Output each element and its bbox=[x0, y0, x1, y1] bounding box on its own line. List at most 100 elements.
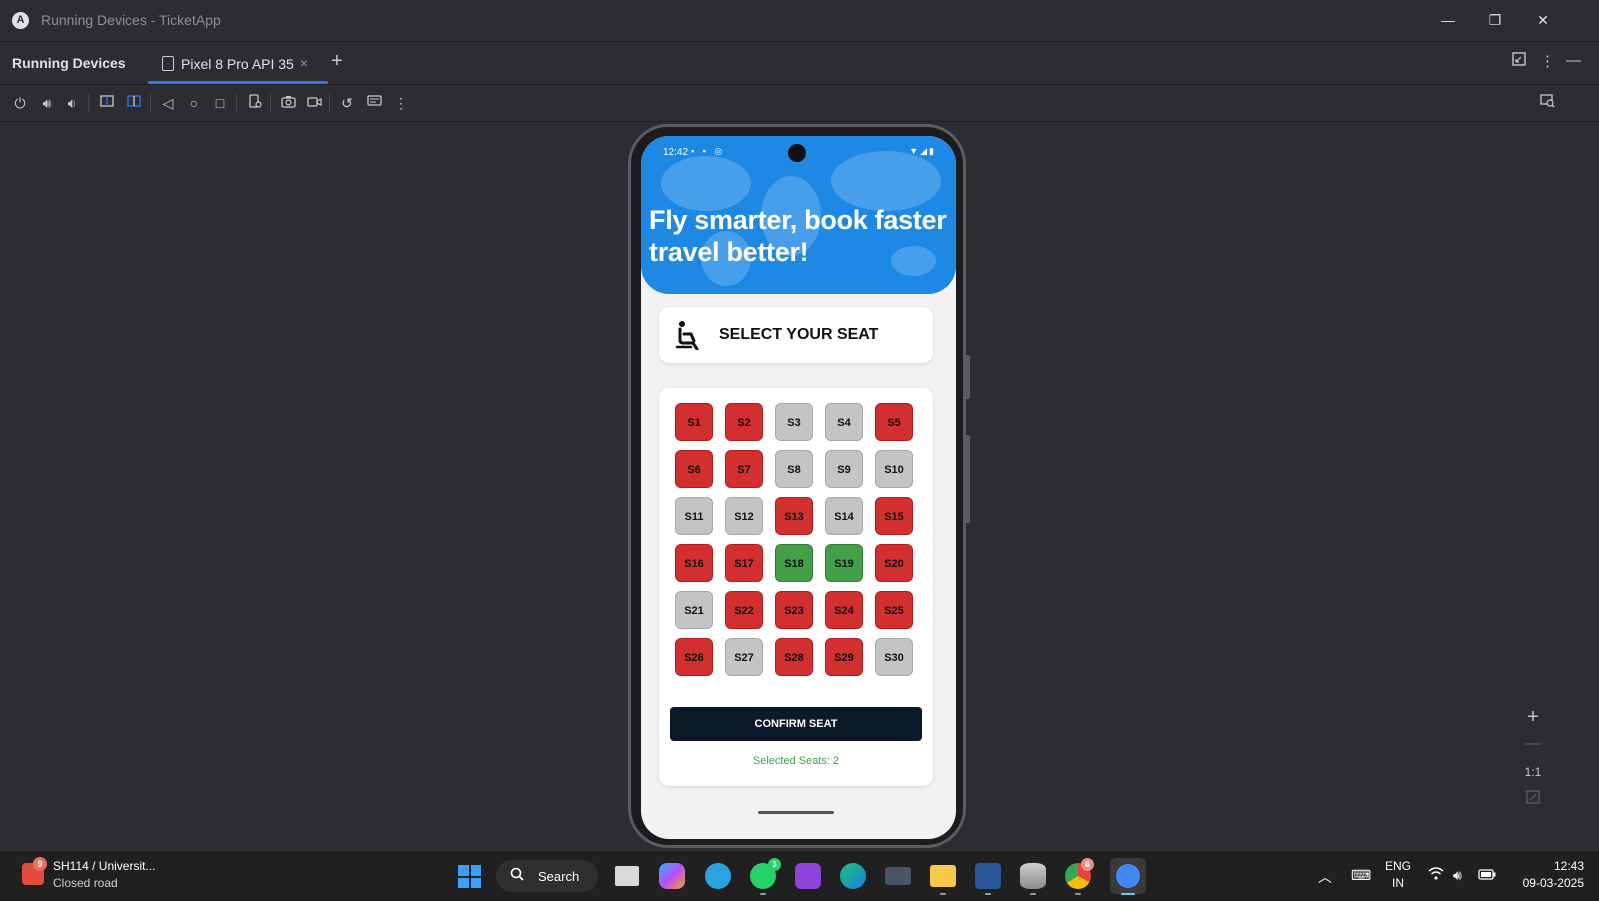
status-time: 12:42 bbox=[663, 147, 689, 158]
seat-s20[interactable]: S20 bbox=[875, 544, 913, 582]
seat-s17[interactable]: S17 bbox=[725, 544, 763, 582]
windows-start-icon[interactable] bbox=[458, 865, 481, 888]
weather-title[interactable]: SH114 / Universit... bbox=[53, 859, 155, 873]
select-seat-header-card: SELECT YOUR SEAT bbox=[659, 307, 933, 363]
seat-s26[interactable]: S26 bbox=[675, 638, 713, 676]
seat-s7[interactable]: S7 bbox=[725, 450, 763, 488]
task-view-icon[interactable] bbox=[615, 866, 639, 886]
restore-button[interactable]: ❐ bbox=[1480, 8, 1510, 32]
seat-grid-card: S1 S2 S3 S4 S5 S6 S7 S8 S9 S10 S11 S12 S13 S14 S15 S16 S… bbox=[659, 388, 933, 786]
seat-s18[interactable]: S18 bbox=[775, 544, 813, 582]
wifi-icon[interactable] bbox=[1428, 867, 1444, 883]
float-window-icon[interactable] bbox=[1512, 52, 1526, 70]
hero-banner: 12:42 ▪ ▪ ◎ ▼◢▮ Fly smarter, book faster… bbox=[641, 136, 956, 294]
power-icon[interactable]: ⏻ bbox=[9, 92, 31, 114]
rotate-left-icon[interactable] bbox=[96, 92, 118, 114]
notification-icons: ▪ ▪ ◎ bbox=[691, 146, 726, 156]
fit-screen-icon[interactable] bbox=[1522, 790, 1544, 809]
android-studio-icon[interactable] bbox=[1116, 864, 1140, 888]
seat-s2[interactable]: S2 bbox=[725, 403, 763, 441]
copilot-icon[interactable] bbox=[659, 863, 685, 889]
seat-s29[interactable]: S29 bbox=[825, 638, 863, 676]
minimize-button[interactable]: — bbox=[1433, 8, 1463, 32]
toolbar-separator bbox=[270, 94, 271, 112]
volume-down-icon[interactable]: 🔉︎ bbox=[61, 92, 83, 114]
hide-window-icon[interactable]: — bbox=[1566, 52, 1581, 69]
seat-s16[interactable]: S16 bbox=[675, 544, 713, 582]
volume-icon[interactable]: 🔊︎ bbox=[1453, 867, 1462, 884]
back-icon[interactable]: ◁ bbox=[157, 92, 179, 114]
media-app-icon[interactable] bbox=[885, 867, 911, 885]
seat-s22[interactable]: S22 bbox=[725, 591, 763, 629]
device-settings-icon[interactable] bbox=[244, 92, 266, 114]
telegram-icon[interactable] bbox=[705, 863, 731, 889]
language-code[interactable]: ENG bbox=[1383, 859, 1413, 873]
running-indicator bbox=[1030, 893, 1036, 895]
seat-s13[interactable]: S13 bbox=[775, 497, 813, 535]
tab-close-button[interactable]: × bbox=[300, 55, 308, 71]
toolbar-more-icon[interactable]: ⋮ bbox=[390, 92, 412, 114]
seat-s9[interactable]: S9 bbox=[825, 450, 863, 488]
actual-size-button[interactable]: 1:1 bbox=[1522, 765, 1544, 779]
show-hidden-icons-chevron[interactable]: ︿ bbox=[1318, 867, 1332, 887]
zoom-out-button[interactable]: — bbox=[1522, 735, 1544, 753]
seat-s8[interactable]: S8 bbox=[775, 450, 813, 488]
add-device-button[interactable]: + bbox=[331, 50, 343, 73]
battery-icon[interactable] bbox=[1478, 867, 1496, 883]
file-explorer-icon[interactable] bbox=[930, 865, 956, 887]
seat-s6[interactable]: S6 bbox=[675, 450, 713, 488]
toolbar-separator bbox=[150, 94, 151, 112]
language-region[interactable]: IN bbox=[1383, 876, 1413, 890]
extended-controls-icon[interactable] bbox=[363, 92, 385, 114]
seat-s21[interactable]: S21 bbox=[675, 591, 713, 629]
overview-icon[interactable]: □ bbox=[209, 92, 231, 114]
seat-s10[interactable]: S10 bbox=[875, 450, 913, 488]
seat-s11[interactable]: S11 bbox=[675, 497, 713, 535]
visual-studio-icon[interactable] bbox=[795, 863, 821, 889]
home-icon[interactable]: ○ bbox=[183, 92, 205, 114]
seat-s15[interactable]: S15 bbox=[875, 497, 913, 535]
seat-s30[interactable]: S30 bbox=[875, 638, 913, 676]
hero-tagline: Fly smarter, book faster travel better! bbox=[649, 205, 947, 267]
device-icon bbox=[162, 56, 174, 71]
seat-s23[interactable]: S23 bbox=[775, 591, 813, 629]
seat-s1[interactable]: S1 bbox=[675, 403, 713, 441]
seat-s12[interactable]: S12 bbox=[725, 497, 763, 535]
taskbar-search-box[interactable]: Search bbox=[496, 860, 598, 892]
word-icon[interactable] bbox=[975, 863, 1001, 889]
selected-seats-text: Selected Seats: 2 bbox=[752, 755, 840, 767]
close-button[interactable]: ✕ bbox=[1528, 8, 1558, 32]
seat-s4[interactable]: S4 bbox=[825, 403, 863, 441]
seat-s24[interactable]: S24 bbox=[825, 591, 863, 629]
screenshot-camera-icon[interactable] bbox=[277, 92, 299, 114]
seat-s27[interactable]: S27 bbox=[725, 638, 763, 676]
rotate-right-icon[interactable] bbox=[123, 92, 145, 114]
front-camera bbox=[788, 144, 806, 162]
seat-s28[interactable]: S28 bbox=[775, 638, 813, 676]
clock-time[interactable]: 12:43 bbox=[1510, 859, 1584, 873]
keyboard-icon[interactable]: ⌨ bbox=[1351, 867, 1371, 884]
running-indicator bbox=[760, 893, 766, 895]
toolbar-separator bbox=[236, 94, 237, 112]
edge-browser-icon[interactable] bbox=[840, 863, 866, 889]
phone-screen[interactable]: 12:42 ▪ ▪ ◎ ▼◢▮ Fly smarter, book faster… bbox=[641, 136, 956, 839]
more-options-icon[interactable]: ⋮ bbox=[1540, 52, 1555, 70]
confirm-seat-button[interactable]: CONFIRM SEAT bbox=[670, 707, 922, 741]
clock-date[interactable]: 09-03-2025 bbox=[1500, 876, 1584, 890]
volume-up-icon[interactable]: 🔊︎ bbox=[36, 92, 58, 114]
seat-s19[interactable]: S19 bbox=[825, 544, 863, 582]
layout-inspector-icon[interactable] bbox=[1536, 92, 1558, 114]
phone-volume-button bbox=[966, 435, 970, 523]
zoom-in-button[interactable]: + bbox=[1522, 706, 1544, 729]
status-bar: 12:42 ▪ ▪ ◎ ▼◢▮ bbox=[641, 136, 956, 166]
tab-pixel-8-pro[interactable]: Pixel 8 Pro API 35 × bbox=[148, 42, 328, 84]
gesture-home-bar[interactable] bbox=[758, 811, 834, 814]
search-icon bbox=[510, 867, 524, 884]
snapshot-icon[interactable]: ↺ bbox=[336, 92, 358, 114]
database-icon[interactable] bbox=[1020, 863, 1046, 889]
seat-s5[interactable]: S5 bbox=[875, 403, 913, 441]
screen-record-icon[interactable] bbox=[303, 92, 325, 114]
seat-s14[interactable]: S14 bbox=[825, 497, 863, 535]
seat-s3[interactable]: S3 bbox=[775, 403, 813, 441]
seat-s25[interactable]: S25 bbox=[875, 591, 913, 629]
